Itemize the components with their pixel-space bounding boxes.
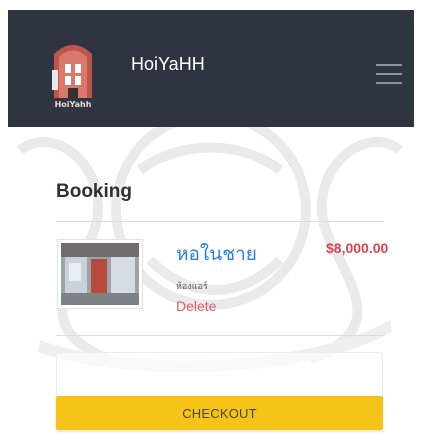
room-photo-icon — [61, 243, 139, 305]
navbar: HoiYahh HoiYaHH — [8, 10, 414, 127]
menu-bar — [376, 82, 402, 84]
hamburger-menu-icon[interactable] — [376, 64, 402, 84]
divider — [56, 335, 384, 336]
item-price: $8,000.00 — [326, 240, 389, 256]
item-subtitle: ห้องแอร์ — [176, 282, 208, 292]
logo-caption: HoiYahh — [54, 100, 92, 109]
brand-name[interactable]: HoiYaHH — [131, 54, 205, 75]
page-title: Booking — [56, 181, 132, 202]
dormitory-logo-icon — [52, 45, 92, 98]
menu-bar — [376, 73, 402, 75]
item-title[interactable]: หอในชาย — [176, 239, 257, 269]
brand-logo[interactable]: HoiYahh — [44, 40, 102, 110]
delete-link[interactable]: Delete — [176, 298, 216, 314]
menu-bar — [376, 64, 402, 66]
checkout-card — [56, 352, 383, 400]
room-thumbnail — [57, 239, 143, 309]
checkout-button[interactable]: CHECKOUT — [56, 396, 383, 430]
divider — [56, 221, 384, 222]
